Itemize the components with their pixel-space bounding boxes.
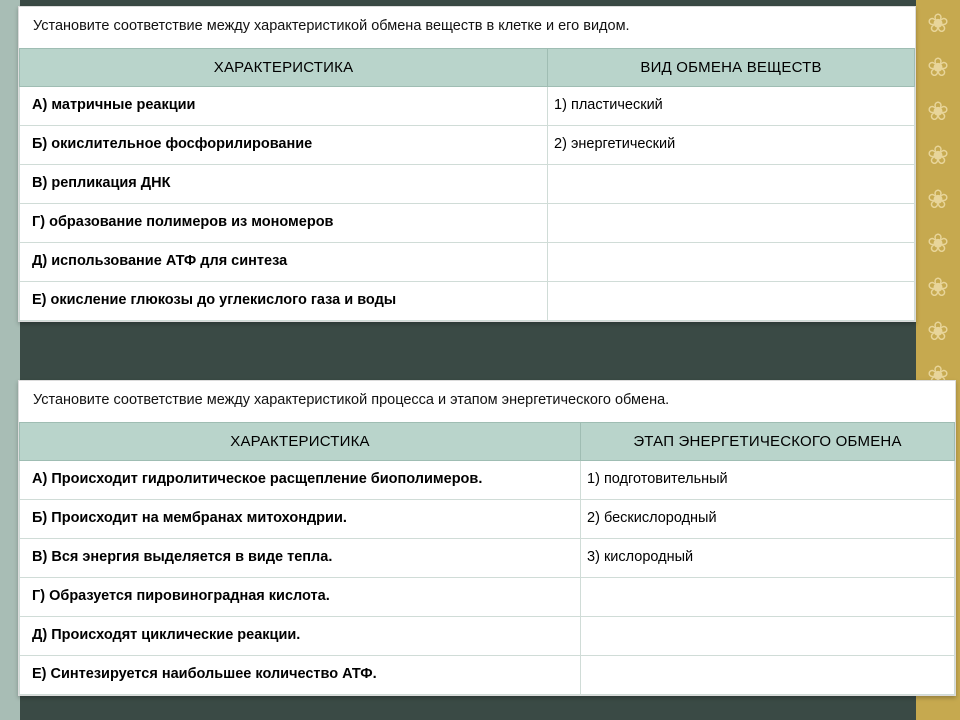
characteristic-cell: Е) окисление глюкозы до углекислого газа… bbox=[20, 281, 548, 320]
table-row: Б) окислительное фосфорилирование 2) эне… bbox=[20, 125, 915, 164]
table-row: Е) окисление глюкозы до углекислого газа… bbox=[20, 281, 915, 320]
table-row: А) матричные реакции 1) пластический bbox=[20, 86, 915, 125]
option-cell: 2) бескислородный bbox=[581, 499, 955, 538]
empty-cell bbox=[581, 616, 955, 655]
option-text: кислородный bbox=[604, 549, 693, 565]
flower-icon: ❀ bbox=[923, 52, 953, 82]
matching-table-1: ХАРАКТЕРИСТИКА ВИД ОБМЕНА ВЕЩЕСТВ А) мат… bbox=[19, 48, 915, 321]
characteristic-cell: Д) использование АТФ для синтеза bbox=[20, 242, 548, 281]
empty-cell bbox=[581, 577, 955, 616]
row-text: окисление глюкозы до углекислого газа и … bbox=[51, 292, 397, 308]
option-cell: 2) энергетический bbox=[548, 125, 915, 164]
table-row: Д) Происходят циклические реакции. bbox=[20, 616, 955, 655]
table-row: Г) Образуется пировиноградная кислота. bbox=[20, 577, 955, 616]
empty-cell bbox=[548, 164, 915, 203]
header-energy-stage: ЭТАП ЭНЕРГЕТИЧЕСКОГО ОБМЕНА bbox=[581, 422, 955, 460]
empty-cell bbox=[548, 203, 915, 242]
characteristic-cell: Е) Синтезируется наибольшее количество А… bbox=[20, 655, 581, 694]
header-characteristic: ХАРАКТЕРИСТИКА bbox=[20, 48, 548, 86]
option-number: 3) bbox=[587, 549, 600, 565]
flower-icon: ❀ bbox=[923, 8, 953, 38]
question-card-2: Установите соответствие между характерис… bbox=[18, 380, 956, 696]
row-text: Вся энергия выделяется в виде тепла. bbox=[51, 549, 332, 565]
option-cell: 3) кислородный bbox=[581, 538, 955, 577]
table-row: А) Происходит гидролитическое расщеплени… bbox=[20, 460, 955, 499]
option-text: бескислородный bbox=[604, 510, 717, 526]
characteristic-cell: В) Вся энергия выделяется в виде тепла. bbox=[20, 538, 581, 577]
row-letter: Б) bbox=[32, 136, 47, 152]
question-prompt: Установите соответствие между характерис… bbox=[19, 7, 915, 48]
row-text: Происходит на мембранах митохондрии. bbox=[51, 510, 347, 526]
row-letter: В) bbox=[32, 549, 47, 565]
table-row: Д) использование АТФ для синтеза bbox=[20, 242, 915, 281]
row-text: использование АТФ для синтеза bbox=[51, 253, 287, 269]
table-row: В) репликация ДНК bbox=[20, 164, 915, 203]
row-letter: Е) bbox=[32, 666, 47, 682]
characteristic-cell: А) Происходит гидролитическое расщеплени… bbox=[20, 460, 581, 499]
empty-cell bbox=[548, 242, 915, 281]
row-text: Происходят циклические реакции. bbox=[51, 627, 300, 643]
row-letter: Б) bbox=[32, 510, 47, 526]
option-text: пластический bbox=[571, 97, 663, 113]
header-metabolism-type: ВИД ОБМЕНА ВЕЩЕСТВ bbox=[548, 48, 915, 86]
characteristic-cell: А) матричные реакции bbox=[20, 86, 548, 125]
option-text: энергетический bbox=[571, 136, 675, 152]
option-number: 2) bbox=[554, 136, 567, 152]
option-cell: 1) пластический bbox=[548, 86, 915, 125]
row-text: окислительное фосфорилирование bbox=[51, 136, 312, 152]
row-letter: Д) bbox=[32, 253, 47, 269]
flower-icon: ❀ bbox=[923, 272, 953, 302]
option-cell: 1) подготовительный bbox=[581, 460, 955, 499]
table-row: Б) Происходит на мембранах митохондрии. … bbox=[20, 499, 955, 538]
option-text: подготовительный bbox=[604, 471, 728, 487]
option-number: 2) bbox=[587, 510, 600, 526]
row-letter: Е) bbox=[32, 292, 47, 308]
flower-icon: ❀ bbox=[923, 140, 953, 170]
question-prompt: Установите соответствие между характерис… bbox=[19, 381, 955, 422]
flower-icon: ❀ bbox=[923, 228, 953, 258]
flower-icon: ❀ bbox=[923, 316, 953, 346]
row-text: образование полимеров из мономеров bbox=[49, 214, 333, 230]
table-row: Г) образование полимеров из мономеров bbox=[20, 203, 915, 242]
flower-icon: ❀ bbox=[923, 184, 953, 214]
row-letter: Г) bbox=[32, 588, 45, 604]
row-letter: А) bbox=[32, 471, 47, 487]
matching-table-2: ХАРАКТЕРИСТИКА ЭТАП ЭНЕРГЕТИЧЕСКОГО ОБМЕ… bbox=[19, 422, 955, 695]
row-text: матричные реакции bbox=[51, 97, 195, 113]
row-letter: Г) bbox=[32, 214, 45, 230]
flower-icon: ❀ bbox=[923, 96, 953, 126]
empty-cell bbox=[581, 655, 955, 694]
characteristic-cell: Д) Происходят циклические реакции. bbox=[20, 616, 581, 655]
row-letter: А) bbox=[32, 97, 47, 113]
table-row: Е) Синтезируется наибольшее количество А… bbox=[20, 655, 955, 694]
row-text: Синтезируется наибольшее количество АТФ. bbox=[51, 666, 377, 682]
row-text: репликация ДНК bbox=[51, 175, 170, 191]
table-row: В) Вся энергия выделяется в виде тепла. … bbox=[20, 538, 955, 577]
decorative-left-band bbox=[0, 0, 20, 720]
question-card-1: Установите соответствие между характерис… bbox=[18, 6, 916, 322]
characteristic-cell: Г) Образуется пировиноградная кислота. bbox=[20, 577, 581, 616]
option-number: 1) bbox=[554, 97, 567, 113]
header-characteristic: ХАРАКТЕРИСТИКА bbox=[20, 422, 581, 460]
option-number: 1) bbox=[587, 471, 600, 487]
row-text: Образуется пировиноградная кислота. bbox=[49, 588, 330, 604]
characteristic-cell: В) репликация ДНК bbox=[20, 164, 548, 203]
empty-cell bbox=[548, 281, 915, 320]
row-letter: В) bbox=[32, 175, 47, 191]
characteristic-cell: Б) Происходит на мембранах митохондрии. bbox=[20, 499, 581, 538]
row-letter: Д) bbox=[32, 627, 47, 643]
characteristic-cell: Г) образование полимеров из мономеров bbox=[20, 203, 548, 242]
row-text: Происходит гидролитическое расщепление б… bbox=[51, 471, 482, 487]
characteristic-cell: Б) окислительное фосфорилирование bbox=[20, 125, 548, 164]
